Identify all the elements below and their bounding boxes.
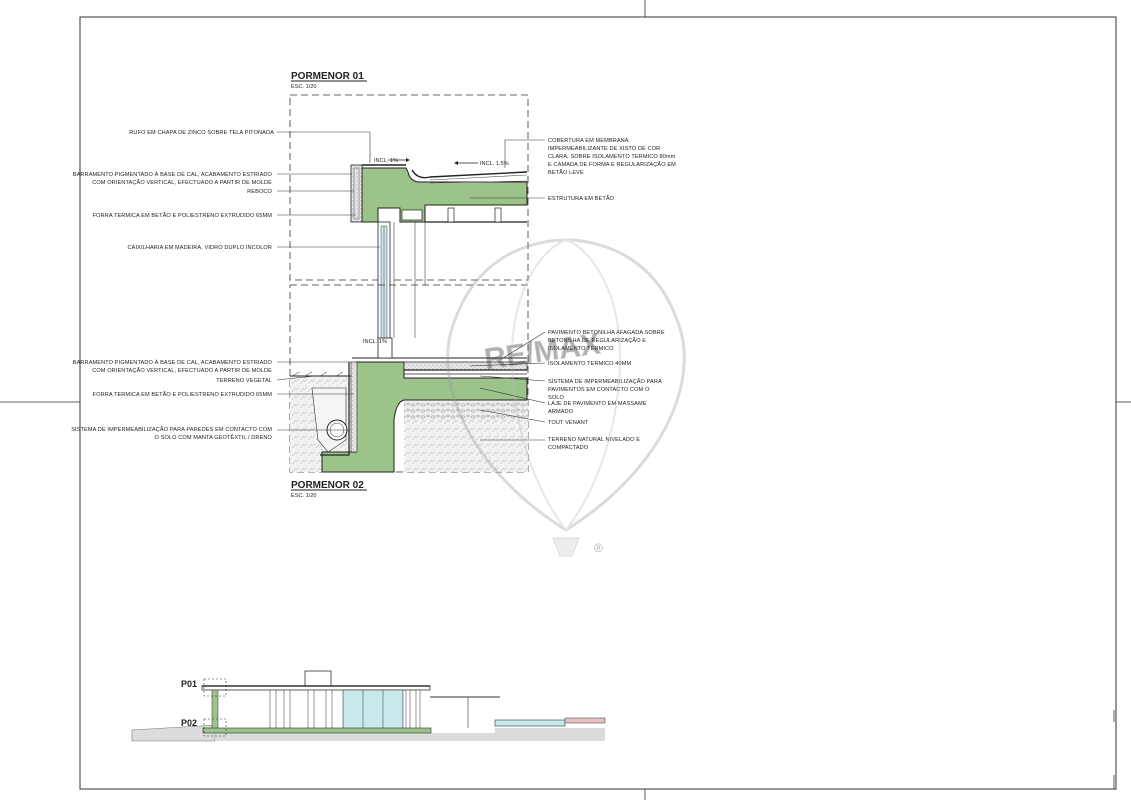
label-barramento-1b: COM ORIENTAÇÃO VERTICAL, EFECTUADO A PAR… [92,179,272,186]
tout-venant [404,400,528,420]
label-tout-venant: TOUT VENANT [548,420,589,426]
key-glazing [342,689,404,731]
label-cobertura-3: CLARA, SOBRE ISOLAMENTO TERMICO 80mm [548,154,676,160]
label-sistema-paredes-b: O SOLO COM MANTA GEOTÊXTIL / DRENO [155,433,273,441]
watermark-brand: RE/MAX [482,327,602,376]
label-cobertura-2: IMPERMEABILIZANTE DE XISTO DE COR [548,146,660,152]
label-estrutura: ESTRUTURA EM BETÃO [548,195,615,202]
construction-detail-drawing: PORMENOR 01 ESC. 1/20 INCL. 1% INCL. 1.5… [0,0,1131,800]
watermark-mark: ® [594,541,603,555]
detail-01-title: PORMENOR 01 [291,71,364,82]
labels-left: RUFO EM CHAPA DE ZINCO SOBRE TELA PITONA… [71,130,274,441]
label-terreno-natural-1: TERRENO NATURAL NIVELADO E [548,437,640,443]
label-sistema-pav-1: SISTEMA DE IMPERMEABILIZAÇÃO PARA [548,378,662,385]
key-section: P01 P02 [131,670,606,742]
balloon-basket [552,537,580,557]
label-cobertura-5: BETÃO LEVE [548,169,584,176]
slope-label-2: INCL. 1.5% [480,161,509,167]
label-barramento-2a: BARRAMENTO PIGMENTADO À BASE DE CAL, ACA… [73,359,273,366]
drawing-sheet: PORMENOR 01 ESC. 1/20 INCL. 1% INCL. 1.5… [0,0,1131,800]
key-pool [494,719,566,727]
label-barramento-2b: COM ORIENTAÇÃO VERTICAL, EFECTUADO A PAR… [92,367,272,374]
label-cobertura-1: COBERTURA EM MEMBRANA [548,138,629,144]
label-laje-2: ARMADO [548,409,574,415]
label-reboco: REBOCO [247,189,272,195]
label-forra-1: FORRA TERMICA EM BETÃO E POLIESTRENO EXT… [93,212,273,219]
thermal-lining-top [350,164,363,223]
detail-02-scale: ESC. 1/20 [291,493,317,499]
label-terreno-natural-2: COMPACTADO [548,445,589,451]
slope-label-3: INCL. 1% [363,339,387,345]
detail-01-scale: ESC. 1/20 [291,84,317,90]
label-barramento-1a: BARRAMENTO PIGMENTADO À BASE DE CAL, ACA… [73,171,273,178]
label-sistema-pav-2: PAVIMENTOS EM CONTACTO COM O [548,387,650,393]
label-rufo: RUFO EM CHAPA DE ZINCO SOBRE TELA PITONA… [129,130,274,136]
key-p01: P01 [181,679,197,689]
detail-02-title: PORMENOR 02 [291,480,364,491]
label-laje-1: LAJE DE PAVIMENTO EM MASSAME [548,401,647,407]
label-caixilharia: CAIXILHARIA EM MADEIRA, VIDRO DUPLO INCO… [128,245,272,251]
labels-right: COBERTURA EM MEMBRANA IMPERMEABILIZANTE … [548,138,676,451]
key-p02: P02 [181,718,197,728]
slope-label-1: INCL. 1% [374,158,398,164]
label-sistema-paredes-a: SISTEMA DE IMPERMEABILIZAÇÃO PARA PAREDE… [71,426,272,433]
detail-01: PORMENOR 01 ESC. 1/20 INCL. 1% INCL. 1.5… [289,71,529,343]
label-forra-2: FORRA TERMICA EM BETÃO E POLIESTRENO EXT… [93,391,273,398]
label-cobertura-4: E CAMADA DE FORMA E REGULARIZAÇÃO EM [548,161,676,168]
label-terreno-vegetal: TERRENO VEGETAL [216,378,272,384]
